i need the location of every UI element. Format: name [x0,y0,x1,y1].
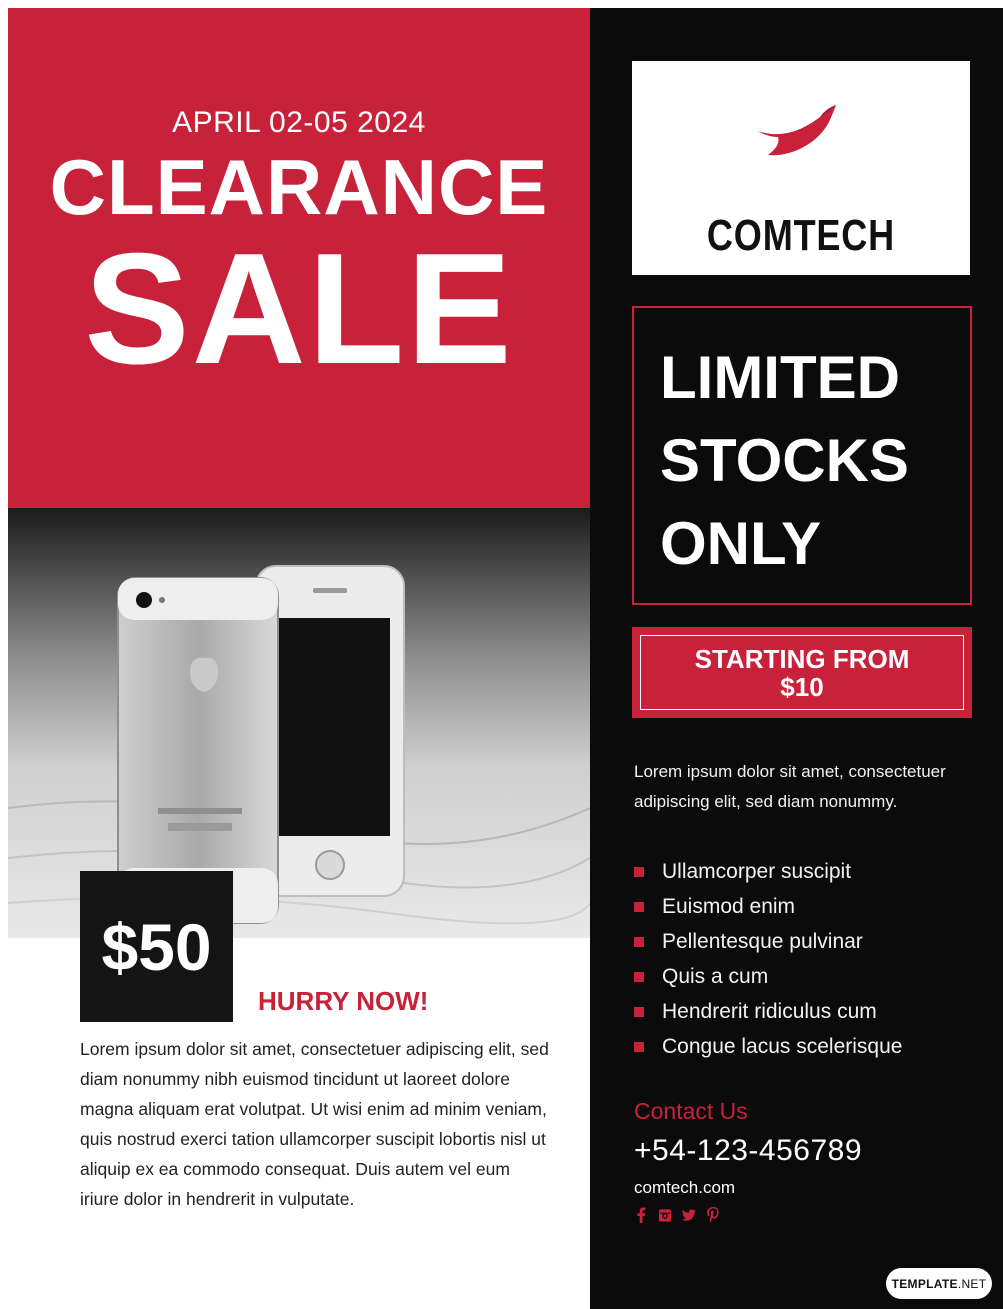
limited-line: STOCKS [660,427,909,494]
pinterest-icon[interactable] [706,1206,720,1224]
bullet-icon [634,1042,644,1052]
brand-name: COMTECH [706,211,896,260]
intro-text: Lorem ipsum dolor sit amet, consectetuer… [634,762,946,811]
event-date: APRIL 02-05 2024 [172,106,426,139]
hurry-now-label: HURRY NOW! [258,986,429,1016]
watermark-brand: TEMPLATE [891,1276,958,1291]
list-item: Congue lacus scelerisque [634,1033,902,1068]
feature-label: Quis a cum [662,965,769,988]
feature-label: Ullamcorper suscipit [662,860,852,883]
limited-stock-box: LIMITED STOCKS ONLY [632,306,972,605]
social-links [634,1206,720,1224]
instagram-icon[interactable] [658,1206,672,1224]
list-item: Hendrerit ridiculus cum [634,998,902,1033]
limited-line: LIMITED [660,344,900,411]
contact-title: Contact Us [634,1098,748,1124]
feature-label: Hendrerit ridiculus cum [662,1000,877,1023]
bullet-icon [634,867,644,877]
list-item: Pellentesque pulvinar [634,928,902,963]
contact-phone[interactable]: +54-123-456789 [634,1134,862,1168]
starting-price-banner: STARTING FROM $10 [632,627,972,718]
list-item: Ullamcorper suscipit [634,858,902,893]
feature-label: Euismod enim [662,895,796,918]
headline-clearance: CLEARANCE [49,143,549,231]
list-item: Quis a cum [634,963,902,998]
right-column: COMTECH LIMITED STOCKS ONLY STARTING FRO… [590,8,1003,1309]
feature-label: Pellentesque pulvinar [662,930,863,953]
price-tag: $50 [80,871,233,1022]
product-description: Lorem ipsum dolor sit amet, consectetuer… [80,1039,549,1209]
starting-price-frame: STARTING FROM $10 [640,635,964,710]
template-watermark: TEMPLATE .NET [886,1268,992,1299]
watermark-suffix: .NET [957,1276,987,1291]
bullet-icon [634,937,644,947]
twitter-icon[interactable] [682,1206,696,1224]
limited-line: ONLY [660,510,822,577]
headline-sale: SALE [84,221,514,397]
sale-header: APRIL 02-05 2024 CLEARANCE SALE [8,8,590,508]
facebook-icon[interactable] [634,1206,648,1224]
bullet-icon [634,902,644,912]
feature-label: Congue lacus scelerisque [662,1035,903,1058]
contact-website[interactable]: comtech.com [634,1178,735,1198]
limited-stock-text: LIMITED STOCKS ONLY [660,336,960,585]
list-item: Euismod enim [634,893,902,928]
bullet-icon [634,972,644,982]
left-column: APRIL 02-05 2024 CLEARANCE SALE $50 HURR… [8,8,590,1309]
starting-from-label: STARTING FROM [694,644,910,674]
starting-price: $10 [780,672,824,702]
brand-logo-card: COMTECH [632,61,970,275]
bird-icon [758,105,836,156]
bullet-icon [634,1007,644,1017]
feature-list: Ullamcorper suscipit Euismod enim Pellen… [634,858,902,1068]
flyer: APRIL 02-05 2024 CLEARANCE SALE $50 HURR… [0,0,1003,1309]
